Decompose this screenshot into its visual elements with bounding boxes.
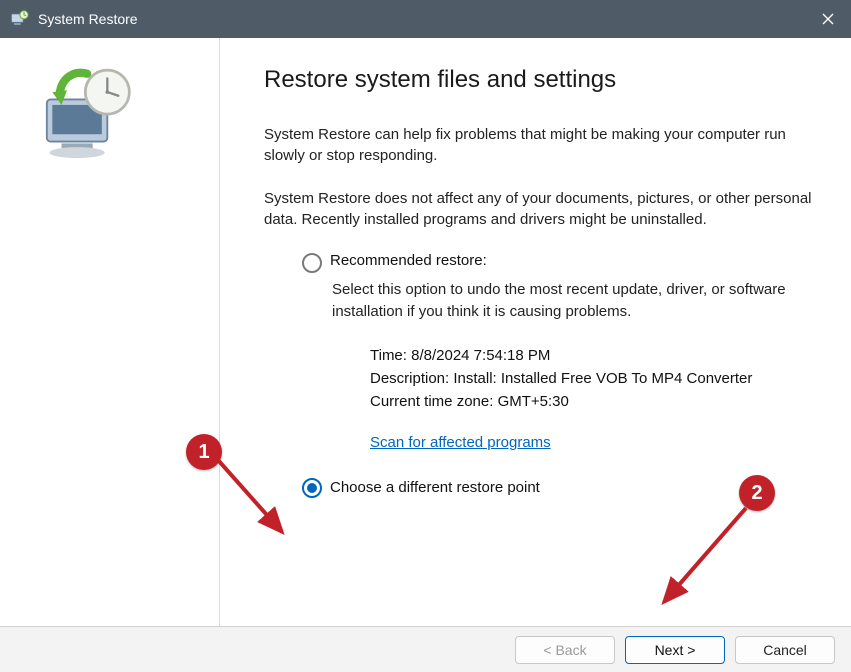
restore-wizard-icon: [34, 153, 144, 170]
option-recommended[interactable]: Recommended restore:: [302, 252, 813, 273]
cancel-button[interactable]: Cancel: [735, 636, 835, 664]
detail-time: Time: 8/8/2024 7:54:18 PM: [370, 347, 813, 364]
intro-paragraph-2: System Restore does not affect any of yo…: [264, 188, 813, 230]
detail-time-value: 8/8/2024 7:54:18 PM: [411, 347, 550, 364]
next-button[interactable]: Next >: [625, 636, 725, 664]
back-button[interactable]: < Back: [515, 636, 615, 664]
wizard-body: Restore system files and settings System…: [0, 38, 851, 626]
radio-checked-icon: [302, 478, 322, 498]
wizard-footer: < Back Next > Cancel: [0, 626, 851, 672]
detail-description: Description: Install: Installed Free VOB…: [370, 370, 813, 387]
page-heading: Restore system files and settings: [264, 66, 813, 94]
intro-paragraph-1: System Restore can help fix problems tha…: [264, 124, 813, 166]
wizard-sidebar: [0, 38, 220, 626]
system-restore-app-icon: [8, 8, 30, 30]
close-button[interactable]: [805, 0, 851, 38]
detail-time-label: Time:: [370, 347, 407, 364]
detail-tz-value: GMT+5:30: [498, 393, 569, 410]
option-choose-different[interactable]: Choose a different restore point: [302, 477, 813, 498]
restore-point-details: Time: 8/8/2024 7:54:18 PM Description: I…: [370, 347, 813, 451]
detail-desc-value: Install: Installed Free VOB To MP4 Conve…: [453, 370, 752, 387]
restore-options: Recommended restore: Select this option …: [302, 252, 813, 451]
annotation-badge-2: 2: [739, 475, 775, 511]
detail-desc-label: Description:: [370, 370, 449, 387]
detail-timezone: Current time zone: GMT+5:30: [370, 393, 813, 410]
title-bar: System Restore: [0, 0, 851, 38]
scan-affected-programs-link[interactable]: Scan for affected programs: [370, 434, 551, 451]
radio-unchecked-icon: [302, 253, 322, 273]
option-recommended-label: Recommended restore:: [330, 252, 487, 269]
option-choose-label: Choose a different restore point: [330, 479, 540, 496]
option-recommended-desc: Select this option to undo the most rece…: [332, 279, 813, 323]
window-title: System Restore: [38, 11, 138, 27]
annotation-badge-1: 1: [186, 434, 222, 470]
detail-tz-label: Current time zone:: [370, 393, 493, 410]
wizard-main: Restore system files and settings System…: [220, 38, 851, 626]
